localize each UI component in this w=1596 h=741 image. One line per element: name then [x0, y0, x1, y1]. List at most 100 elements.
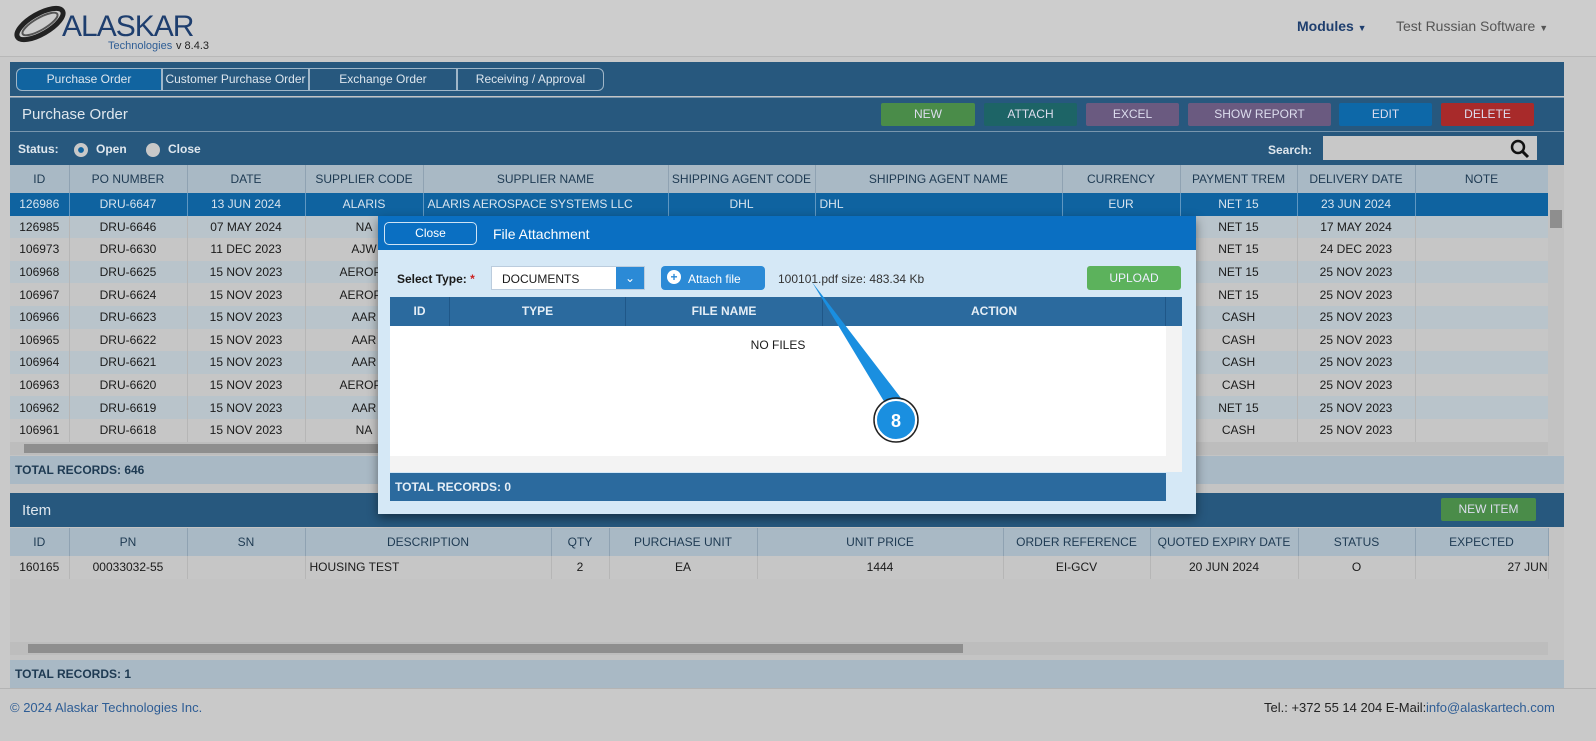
column-header[interactable]: SUPPLIER NAME: [423, 165, 669, 193]
table-cell: 1444: [757, 556, 1004, 579]
column-header[interactable]: PURCHASE UNIT: [609, 528, 758, 556]
delete-button[interactable]: DELETE: [1441, 103, 1534, 126]
column-header[interactable]: ID: [10, 165, 70, 193]
table-cell: [1415, 215, 1549, 239]
item-table-horizontal-scrollbar[interactable]: [10, 642, 1548, 655]
table-cell: DRU-6621: [69, 351, 188, 374]
column-header[interactable]: QUOTED EXPIRY DATE: [1150, 528, 1299, 556]
chevron-down-icon[interactable]: ⌄: [616, 267, 644, 289]
table-cell: 106964: [10, 351, 70, 374]
column-header[interactable]: PAYMENT TREM: [1180, 165, 1298, 193]
tab-receiving-approval[interactable]: Receiving / Approval: [457, 68, 604, 91]
tab-customer-purchase-order[interactable]: Customer Purchase Order: [162, 68, 309, 91]
column-header[interactable]: SUPPLIER CODE: [305, 165, 424, 193]
table-cell: 15 NOV 2023: [187, 418, 306, 442]
excel-button[interactable]: EXCEL: [1086, 103, 1179, 126]
column-header[interactable]: SN: [187, 528, 306, 556]
table-cell: [187, 556, 306, 579]
table-cell: 25 NOV 2023: [1297, 351, 1416, 374]
logo-text: ALASKAR: [62, 10, 194, 43]
new-button[interactable]: NEW: [881, 103, 975, 126]
contact-text: Tel.: +372 55 14 204 E-Mail:: [1264, 700, 1427, 715]
scroll-thumb[interactable]: [1550, 210, 1562, 228]
select-type-label: Select Type: *: [397, 272, 475, 286]
tab-purchase-order[interactable]: Purchase Order: [16, 68, 162, 91]
select-type-dropdown[interactable]: DOCUMENTS ⌄: [491, 266, 645, 290]
column-header[interactable]: PO NUMBER: [69, 165, 188, 193]
table-cell: CASH: [1180, 351, 1298, 374]
table-cell: 07 MAY 2024: [187, 215, 306, 239]
table-cell: [1415, 396, 1549, 419]
attach-file-button[interactable]: + Attach file: [661, 266, 765, 290]
table-cell: 160165: [10, 556, 70, 579]
table-cell: DRU-6625: [69, 260, 188, 284]
po-table-vertical-scrollbar[interactable]: [1548, 165, 1564, 455]
attach-button[interactable]: ATTACH: [984, 103, 1077, 126]
column-header[interactable]: QTY: [551, 528, 610, 556]
column-header: ACTION: [823, 297, 1166, 326]
table-cell: 25 NOV 2023: [1297, 396, 1416, 419]
column-header[interactable]: SHIPPING AGENT NAME: [815, 165, 1063, 193]
table-cell: NET 15: [1180, 260, 1298, 284]
table-row[interactable]: 160165 00033032-55 HOUSING TEST 2 EA 1444 EI-G…: [10, 556, 1549, 579]
tab-bar: Purchase Order Customer Purchase Order E…: [10, 62, 1564, 96]
table-row[interactable]: 126986 DRU-6647 13 JUN 2024 ALARIS ALARIS AE…: [10, 193, 1549, 216]
table-cell: 15 NOV 2023: [187, 305, 306, 329]
item-table: ID PN SN DESCRIPTION QTY PURCHASE UNIT UNIT PR…: [10, 528, 1549, 579]
email-link[interactable]: info@alaskartech.com: [1426, 700, 1555, 715]
column-header[interactable]: NOTE: [1415, 165, 1549, 193]
table-cell: 106963: [10, 373, 70, 397]
table-cell: 2: [551, 556, 610, 579]
modules-menu[interactable]: Modules ▼: [1297, 18, 1367, 34]
column-header[interactable]: STATUS: [1298, 528, 1416, 556]
search-input[interactable]: [1323, 136, 1537, 160]
table-cell: ALARIS: [305, 193, 424, 216]
table-cell: DRU-6622: [69, 328, 188, 352]
selected-file-info: 100101.pdf size: 483.34 Kb: [778, 272, 925, 286]
column-header[interactable]: CURRENCY: [1062, 165, 1181, 193]
table-cell: 126986: [10, 193, 70, 216]
company-menu[interactable]: Test Russian Software ▼: [1396, 18, 1548, 34]
table-cell: DRU-6647: [69, 193, 188, 216]
table-cell: [1415, 193, 1549, 216]
table-cell: 13 JUN 2024: [187, 193, 306, 216]
table-cell: NET 15: [1180, 396, 1298, 419]
column-header[interactable]: DESCRIPTION: [305, 528, 552, 556]
table-cell: NET 15: [1180, 193, 1298, 216]
column-header[interactable]: ID: [10, 528, 70, 556]
scroll-thumb[interactable]: [28, 644, 963, 653]
column-header[interactable]: DELIVERY DATE: [1297, 165, 1416, 193]
select-type-value: DOCUMENTS: [502, 272, 580, 286]
show-report-button[interactable]: SHOW REPORT: [1188, 103, 1331, 126]
attachments-horizontal-scrollbar[interactable]: [390, 456, 1166, 472]
column-header[interactable]: ORDER REFERENCE: [1003, 528, 1151, 556]
column-header[interactable]: DATE: [187, 165, 306, 193]
column-header[interactable]: PN: [69, 528, 188, 556]
new-item-button[interactable]: NEW ITEM: [1441, 498, 1536, 521]
search-icon[interactable]: [1510, 139, 1530, 159]
table-cell: DHL: [668, 193, 816, 216]
close-button[interactable]: Close: [384, 222, 477, 245]
table-cell: DRU-6620: [69, 373, 188, 397]
tab-exchange-order[interactable]: Exchange Order: [309, 68, 457, 91]
table-cell: 23 JUN 2024: [1297, 193, 1416, 216]
table-cell: DRU-6618: [69, 418, 188, 442]
modules-label: Modules: [1297, 18, 1354, 34]
column-header[interactable]: EXPECTED: [1415, 528, 1549, 556]
copyright-text: © 2024 Alaskar Technologies Inc.: [10, 700, 203, 715]
upload-button[interactable]: UPLOAD: [1087, 266, 1181, 290]
select-type-text: Select Type:: [397, 272, 467, 286]
table-cell: 25 NOV 2023: [1297, 328, 1416, 352]
table-cell: O: [1298, 556, 1416, 579]
table-cell: 106965: [10, 328, 70, 352]
table-cell: [1415, 238, 1549, 261]
status-close-radio[interactable]: [146, 143, 160, 157]
column-header[interactable]: SHIPPING AGENT CODE: [668, 165, 816, 193]
status-label: Status:: [18, 142, 59, 156]
table-cell: 25 NOV 2023: [1297, 418, 1416, 442]
attachments-vertical-scrollbar[interactable]: [1166, 326, 1182, 472]
status-open-radio[interactable]: [74, 143, 88, 157]
edit-button[interactable]: EDIT: [1339, 103, 1432, 126]
logo-subtitle: Technologies: [108, 40, 173, 52]
column-header[interactable]: UNIT PRICE: [757, 528, 1004, 556]
